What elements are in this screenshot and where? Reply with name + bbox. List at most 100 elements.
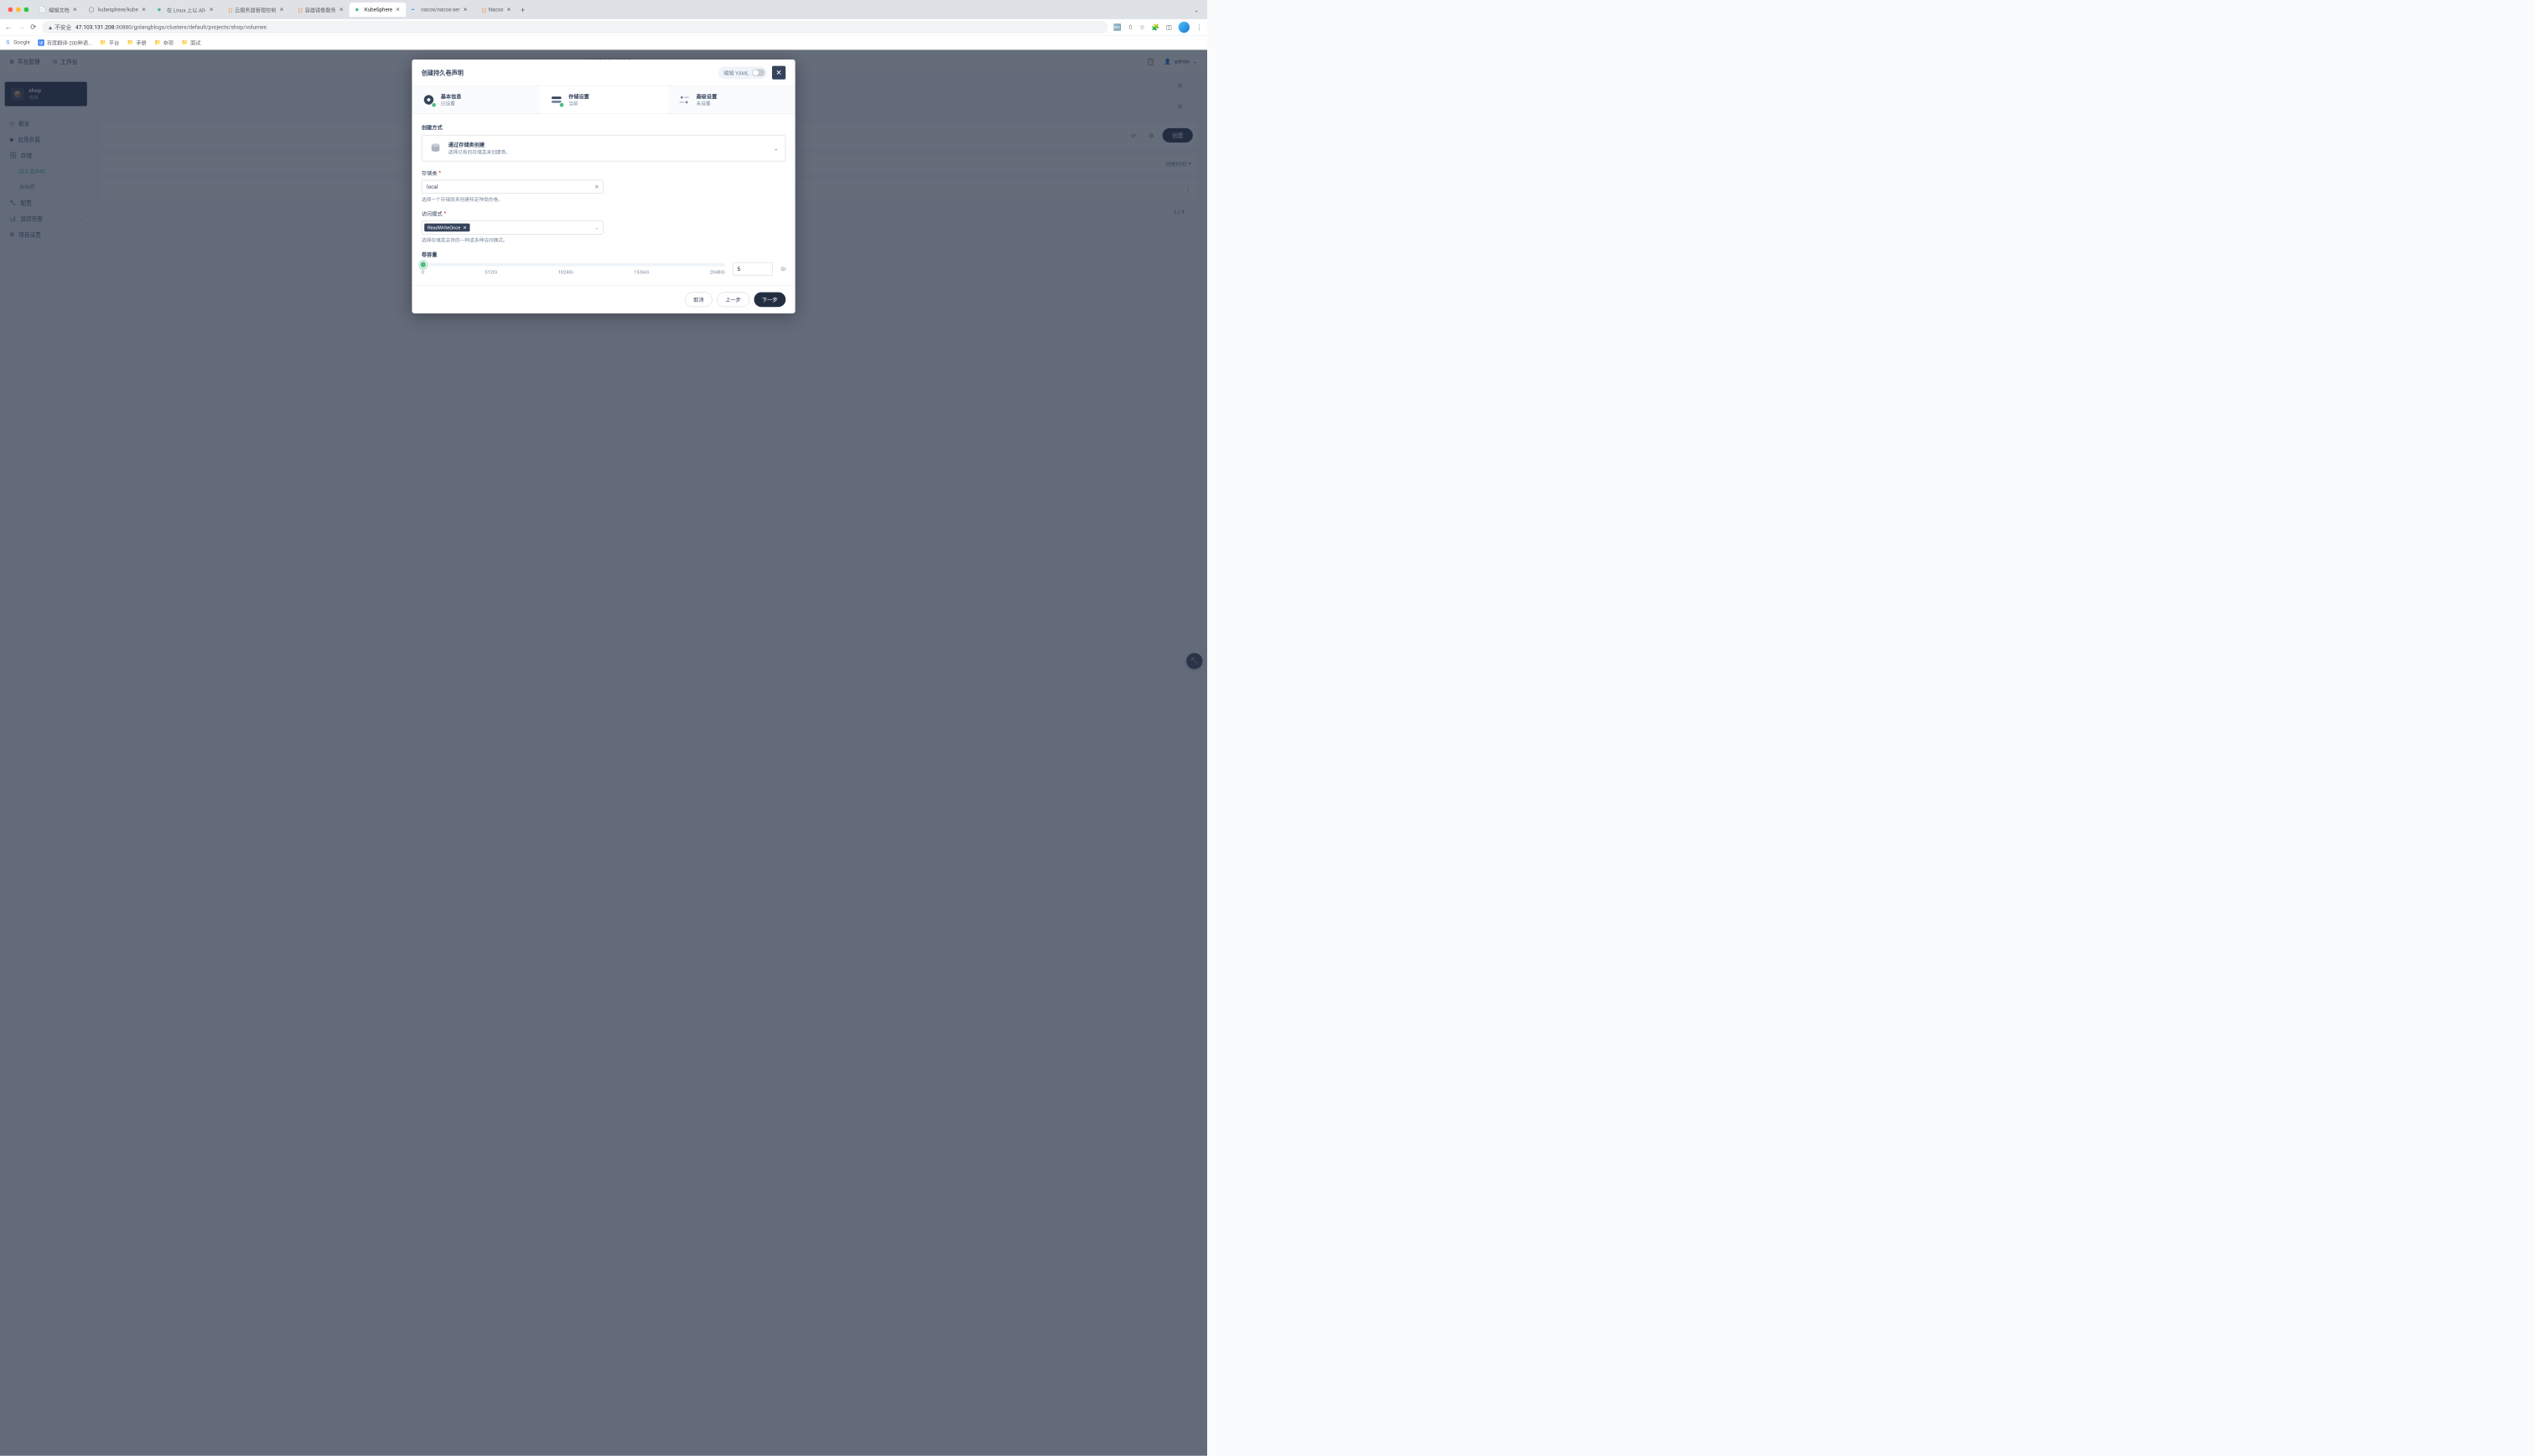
aliyun-icon: 〔〕: [479, 7, 485, 13]
reload-button[interactable]: ⟳: [30, 23, 36, 31]
create-pvc-modal: 创建持久卷声明 编辑 YAML ✕ 基本信息: [412, 60, 795, 313]
toolbar-icons: 🔤 ⇧ ☆ 🧩 ◫ ⋮: [1113, 22, 1202, 33]
app-container: ⊞平台管理 ◎工作台 ◆KUBESPHERE 📋 👤admin⌄ 📦 shop …: [0, 50, 1207, 1456]
bookmark-google[interactable]: GGoogle: [5, 39, 30, 46]
bookmark-platform[interactable]: 📁平台: [100, 39, 119, 46]
folder-icon: 📁: [154, 39, 161, 46]
prev-button[interactable]: 上一步: [717, 293, 749, 308]
method-label: 创建方式: [422, 123, 785, 131]
storage-class-hint: 选择一个存储类来创建特定种类的卷。: [422, 196, 785, 203]
done-badge-icon: [431, 102, 437, 108]
toggle-switch-icon: [752, 69, 765, 76]
access-mode-label: 访问模式*: [422, 210, 785, 217]
step-tabs: 基本信息 已设置 存储设置 当前: [412, 86, 795, 114]
close-icon[interactable]: ✕: [396, 7, 401, 13]
close-icon[interactable]: ✕: [210, 7, 215, 13]
step-tab-basic[interactable]: 基本信息 已设置: [412, 86, 539, 113]
bookmark-star-icon[interactable]: ☆: [1139, 23, 1145, 31]
remove-chip-icon[interactable]: ✕: [463, 225, 467, 231]
storage-class-icon: [428, 141, 443, 155]
modal-close-button[interactable]: ✕: [772, 66, 785, 80]
security-warning-icon: ▲ 不安全: [48, 23, 72, 32]
address-bar[interactable]: ▲ 不安全 47.103.131.208:30880/golangblogs/c…: [42, 21, 1108, 34]
access-mode-select[interactable]: ReadWriteOnce ✕ ⌄: [422, 220, 604, 234]
tab-3[interactable]: 〔〕云服务器管理控制✕: [220, 3, 290, 17]
bookmark-manual[interactable]: 📁手册: [127, 39, 147, 46]
window-controls: [3, 8, 34, 13]
bookmark-misc[interactable]: 📁杂项: [154, 39, 174, 46]
close-window-icon[interactable]: [8, 8, 13, 13]
step-storage-icon: [549, 92, 563, 106]
capacity-label: 卷容量: [422, 251, 785, 258]
ks-icon: ◆: [158, 7, 164, 13]
doc-icon: 📄: [39, 7, 46, 13]
step-tab-storage[interactable]: 存储设置 当前: [540, 86, 667, 113]
baidu-icon: 译: [38, 39, 44, 46]
capacity-input[interactable]: [733, 262, 773, 276]
share-icon[interactable]: ⇧: [1128, 23, 1133, 31]
folder-icon: 📁: [127, 39, 134, 46]
step-basic-icon: [422, 92, 436, 106]
tab-0[interactable]: 📄编辑文档✕: [34, 3, 83, 17]
clear-input-icon[interactable]: ✕: [594, 184, 599, 190]
cancel-button[interactable]: 取消: [685, 293, 712, 308]
close-icon: ✕: [775, 69, 781, 77]
github-icon: ◯: [89, 7, 96, 13]
tab-list-dropdown-icon[interactable]: ⌄: [1189, 6, 1204, 13]
modal-footer: 取消 上一步 下一步: [412, 285, 795, 313]
ks-icon: ◆: [355, 7, 361, 13]
slider-thumb-icon[interactable]: [419, 261, 428, 269]
yaml-toggle[interactable]: 编辑 YAML: [718, 66, 768, 79]
chevron-down-icon: ⌄: [774, 144, 779, 152]
close-icon[interactable]: ✕: [142, 7, 147, 13]
capacity-unit: Gi: [780, 266, 785, 272]
next-button[interactable]: 下一步: [754, 293, 786, 308]
tab-2[interactable]: ◆在 Linux 上以 All-✕: [152, 3, 220, 17]
translate-icon[interactable]: 🔤: [1113, 23, 1121, 31]
close-icon[interactable]: ✕: [463, 7, 468, 13]
close-icon[interactable]: ✕: [506, 7, 511, 13]
new-tab-button[interactable]: +: [517, 5, 529, 13]
access-mode-chip: ReadWriteOnce ✕: [424, 224, 470, 232]
tab-4[interactable]: 〔〕容器镜像服务✕: [289, 3, 349, 17]
tab-1[interactable]: ◯kubesphere/kube✕: [83, 3, 152, 17]
modal-title: 创建持久卷声明: [422, 69, 464, 77]
current-badge-icon: [559, 102, 565, 108]
tab-6[interactable]: ◓nacos/nacos-ser✕: [406, 3, 474, 17]
tab-7[interactable]: 〔〕Nacos✕: [474, 3, 517, 17]
step-tab-advanced[interactable]: 高级设置 未设置: [667, 86, 795, 113]
modal-body: 创建方式 通过存储类创建 选择已有的存储类来创建卷。 ⌄ 存储类* ✕: [412, 114, 795, 286]
browser-chrome: 📄编辑文档✕ ◯kubesphere/kube✕ ◆在 Linux 上以 All…: [0, 0, 1207, 50]
more-menu-icon[interactable]: ⋮: [1196, 23, 1203, 31]
step-advanced-icon: [677, 92, 692, 106]
side-panel-icon[interactable]: ◫: [1166, 23, 1172, 31]
tab-5-active[interactable]: ◆KubeSphere✕: [350, 3, 406, 17]
forward-button[interactable]: →: [18, 23, 25, 31]
folder-icon: 📁: [100, 39, 106, 46]
close-icon[interactable]: ✕: [73, 7, 78, 13]
minimize-window-icon[interactable]: [16, 8, 21, 13]
google-icon: G: [5, 39, 12, 46]
creation-method-select[interactable]: 通过存储类创建 选择已有的存储类来创建卷。 ⌄: [422, 135, 785, 161]
bookmark-interview[interactable]: 📁面试: [182, 39, 201, 46]
close-icon[interactable]: ✕: [340, 7, 345, 13]
slider-ticks: 0 512Gi 1024Gi 1536Gi 2048Gi: [422, 269, 725, 275]
docker-icon: ◓: [412, 7, 418, 13]
storage-class-label: 存储类*: [422, 169, 785, 177]
bookmarks-bar: GGoogle 译百度翻译-200种语... 📁平台 📁手册 📁杂项 📁面试: [0, 35, 1207, 49]
nav-bar: ← → ⟳ ▲ 不安全 47.103.131.208:30880/golangb…: [0, 19, 1207, 35]
capacity-slider[interactable]: 0 512Gi 1024Gi 1536Gi 2048Gi: [422, 263, 725, 275]
back-button[interactable]: ←: [5, 23, 13, 31]
access-mode-hint: 选择存储类支持的一种或多种访问模式。: [422, 236, 785, 243]
aliyun-icon: 〔〕: [225, 7, 231, 13]
bookmark-baidu[interactable]: 译百度翻译-200种语...: [38, 39, 92, 46]
url-text: 47.103.131.208:30880/golangblogs/cluster…: [75, 24, 267, 31]
chevron-down-icon: ⌄: [595, 225, 599, 231]
profile-avatar[interactable]: [1179, 22, 1190, 33]
extensions-icon[interactable]: 🧩: [1152, 23, 1159, 31]
close-icon[interactable]: ✕: [279, 7, 284, 13]
storage-class-input[interactable]: [422, 180, 604, 194]
aliyun-icon: 〔〕: [295, 7, 302, 13]
maximize-window-icon[interactable]: [24, 8, 29, 13]
capacity-row: 0 512Gi 1024Gi 1536Gi 2048Gi Gi: [422, 262, 785, 276]
